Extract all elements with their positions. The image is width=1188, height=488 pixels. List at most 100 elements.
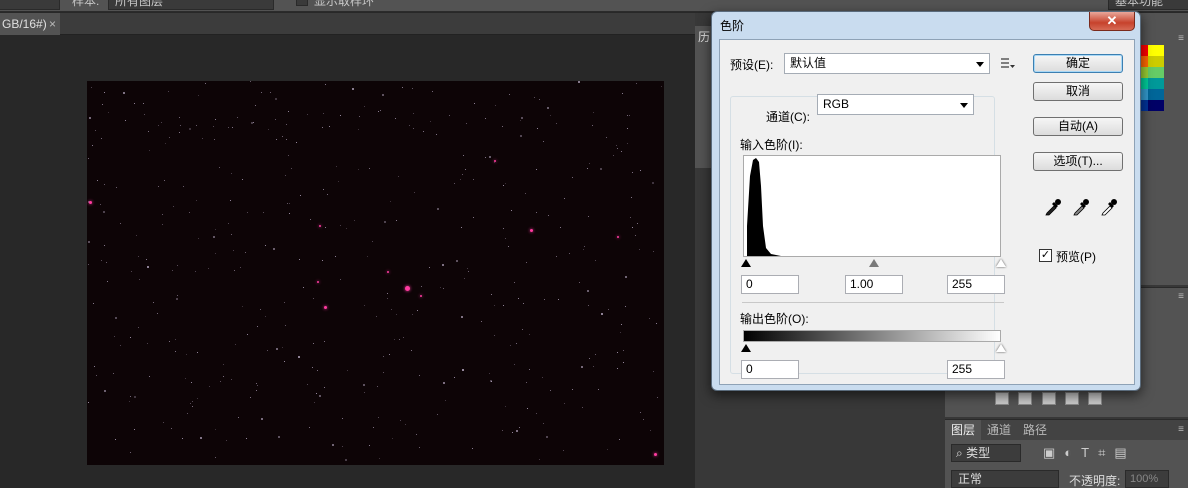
star — [481, 321, 482, 322]
mask-icon[interactable] — [1088, 392, 1103, 405]
layer-filter-select[interactable]: ⌕ 类型 — [951, 444, 1021, 462]
star — [232, 127, 233, 128]
star — [378, 417, 379, 418]
show-ring-checkbox[interactable] — [296, 0, 308, 6]
star — [214, 139, 215, 140]
star — [161, 122, 162, 123]
auto-button[interactable]: 自动(A) — [1033, 117, 1123, 136]
star — [391, 309, 392, 310]
star — [276, 348, 278, 350]
input-black-slider[interactable] — [741, 259, 751, 267]
input-white-field[interactable]: 255 — [947, 275, 1005, 294]
star — [521, 117, 523, 119]
color-swatch[interactable] — [1148, 89, 1164, 100]
ok-button[interactable]: 确定 — [1033, 54, 1123, 73]
star — [390, 201, 391, 202]
star — [409, 125, 410, 126]
blend-mode-select[interactable]: 正常 — [951, 470, 1059, 488]
close-tab-icon[interactable]: × — [49, 13, 56, 35]
star — [622, 93, 623, 94]
star — [179, 117, 180, 118]
panel-menu-icon[interactable]: ≡ — [1178, 33, 1184, 44]
star — [131, 271, 132, 272]
close-button[interactable]: ✕ — [1089, 12, 1135, 31]
input-black-field[interactable]: 0 — [741, 275, 799, 294]
star — [505, 406, 506, 407]
star — [601, 313, 603, 315]
color-swatch[interactable] — [1148, 56, 1164, 67]
star — [584, 246, 585, 247]
tool-preset-select[interactable] — [0, 0, 60, 10]
cancel-button[interactable]: 取消 — [1033, 82, 1123, 101]
star — [88, 402, 89, 403]
color-swatch[interactable] — [1148, 78, 1164, 89]
star — [300, 195, 301, 196]
star — [657, 397, 658, 398]
star — [379, 458, 380, 459]
star — [358, 169, 359, 170]
star — [246, 438, 247, 439]
output-white-field[interactable]: 255 — [947, 360, 1005, 379]
star — [529, 369, 530, 370]
star — [617, 352, 618, 353]
preset-select[interactable]: 默认值 — [784, 53, 990, 74]
output-black-slider[interactable] — [741, 344, 751, 352]
output-black-field[interactable]: 0 — [741, 360, 799, 379]
opacity-field[interactable]: 100% — [1125, 470, 1169, 488]
color-swatch[interactable] — [1148, 45, 1164, 56]
levels-adjustment-icon[interactable] — [995, 392, 1009, 405]
star — [519, 427, 520, 428]
star — [329, 126, 330, 127]
starfield-image[interactable] — [87, 81, 664, 465]
star — [115, 317, 117, 319]
star — [619, 439, 620, 440]
star — [636, 83, 637, 84]
curves-adjustment-icon[interactable] — [1018, 392, 1033, 405]
color-swatch[interactable] — [1148, 100, 1164, 111]
preset-options-icon[interactable] — [1001, 57, 1015, 69]
star — [588, 216, 589, 217]
color-swatch[interactable] — [1148, 67, 1164, 78]
options-button[interactable]: 选项(T)... — [1033, 152, 1123, 171]
input-white-slider[interactable] — [996, 259, 1006, 267]
output-white-slider[interactable] — [996, 344, 1006, 352]
star — [213, 236, 215, 238]
channel-select[interactable]: RGB — [817, 94, 974, 115]
tab-channels[interactable]: 通道 — [981, 420, 1017, 440]
panel-menu-icon[interactable]: ≡ — [1178, 291, 1184, 302]
gradient-map-icon[interactable] — [1041, 392, 1056, 405]
star — [352, 88, 354, 90]
star — [367, 256, 368, 257]
preview-checkbox[interactable]: ✓ — [1039, 249, 1052, 262]
tab-layers[interactable]: 图层 — [945, 420, 982, 440]
star — [430, 121, 431, 122]
star — [268, 129, 269, 130]
tab-paths[interactable]: 路径 — [1017, 420, 1053, 440]
input-gamma-field[interactable]: 1.00 — [845, 275, 903, 294]
star — [168, 91, 169, 92]
star — [316, 393, 317, 394]
star — [607, 449, 608, 450]
white-eyedropper-icon[interactable] — [1100, 198, 1118, 216]
sample-select[interactable]: 所有图层 — [108, 0, 274, 10]
layer-filter-icons[interactable]: ▣◐T⌗▤ — [1043, 445, 1136, 461]
workspace-select[interactable]: 基本功能 — [1108, 0, 1188, 10]
document-tab[interactable]: GB/16#) × — [0, 13, 60, 35]
canvas-area[interactable] — [0, 36, 695, 488]
star — [250, 81, 251, 82]
black-eyedropper-icon[interactable] — [1044, 198, 1062, 216]
input-gamma-slider[interactable] — [869, 259, 879, 267]
gray-eyedropper-icon[interactable] — [1072, 198, 1090, 216]
star — [627, 128, 628, 129]
star — [412, 314, 413, 315]
star — [101, 138, 102, 139]
star — [173, 206, 174, 207]
preset-value: 默认值 — [790, 56, 827, 70]
panel-menu-icon[interactable]: ≡ — [1178, 424, 1184, 435]
star — [411, 350, 412, 351]
bright-star — [530, 229, 533, 232]
selective-color-icon[interactable] — [1065, 392, 1080, 405]
star — [461, 316, 463, 318]
star — [171, 428, 172, 429]
star — [419, 375, 420, 376]
